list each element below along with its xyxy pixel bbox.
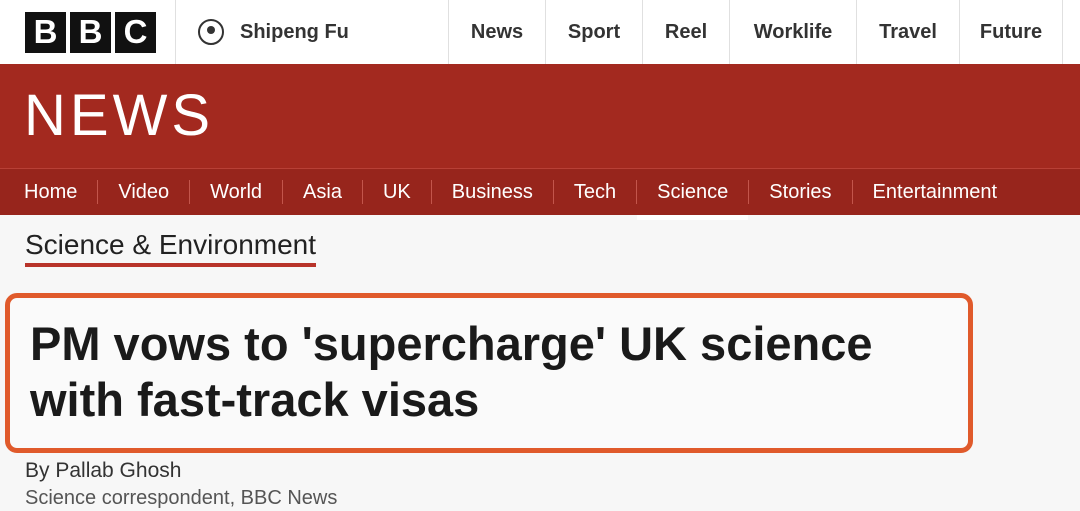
- nav-business[interactable]: Business: [430, 180, 553, 204]
- news-banner: NEWS Home Video World Asia UK Business T…: [0, 64, 1080, 220]
- article-byline: By Pallab Ghosh: [25, 459, 182, 482]
- account-button[interactable]: Shipeng Fu: [176, 0, 449, 64]
- nav-stories[interactable]: Stories: [748, 180, 851, 204]
- logo-letter-b1: B: [25, 11, 66, 53]
- logo-letter-c: C: [115, 11, 156, 53]
- headline-highlight: PM vows to 'supercharge' UK science with…: [5, 293, 973, 453]
- top-bar: B B C Shipeng Fu News Sport Reel Worklif…: [0, 0, 1080, 65]
- logo-letter-b2: B: [70, 11, 111, 53]
- top-nav-worklife[interactable]: Worklife: [730, 0, 857, 64]
- nav-world[interactable]: World: [189, 180, 282, 204]
- section-title[interactable]: Science & Environment: [25, 229, 317, 267]
- nav-science[interactable]: Science: [636, 180, 749, 220]
- nav-tech[interactable]: Tech: [552, 180, 636, 204]
- top-nav-sport[interactable]: Sport: [546, 0, 643, 64]
- main-nav: Home Video World Asia UK Business Tech S…: [0, 168, 1080, 220]
- nav-entertainment[interactable]: Entertainment: [851, 180, 1018, 204]
- nav-uk[interactable]: UK: [361, 180, 431, 204]
- top-nav: News Sport Reel Worklife Travel Future: [449, 0, 1063, 64]
- article-headline: PM vows to 'supercharge' UK science with…: [30, 317, 873, 426]
- nav-video[interactable]: Video: [97, 180, 189, 204]
- top-nav-reel[interactable]: Reel: [643, 0, 730, 64]
- nav-asia[interactable]: Asia: [282, 180, 362, 204]
- top-nav-future[interactable]: Future: [960, 0, 1063, 64]
- bbc-logo[interactable]: B B C: [0, 0, 176, 64]
- top-nav-news[interactable]: News: [449, 0, 546, 64]
- top-nav-travel[interactable]: Travel: [857, 0, 960, 64]
- news-logo[interactable]: NEWS: [24, 82, 214, 149]
- author-role: Science correspondent, BBC News: [25, 487, 338, 509]
- nav-home[interactable]: Home: [0, 180, 97, 204]
- account-icon: [198, 19, 224, 45]
- account-name: Shipeng Fu: [240, 20, 349, 43]
